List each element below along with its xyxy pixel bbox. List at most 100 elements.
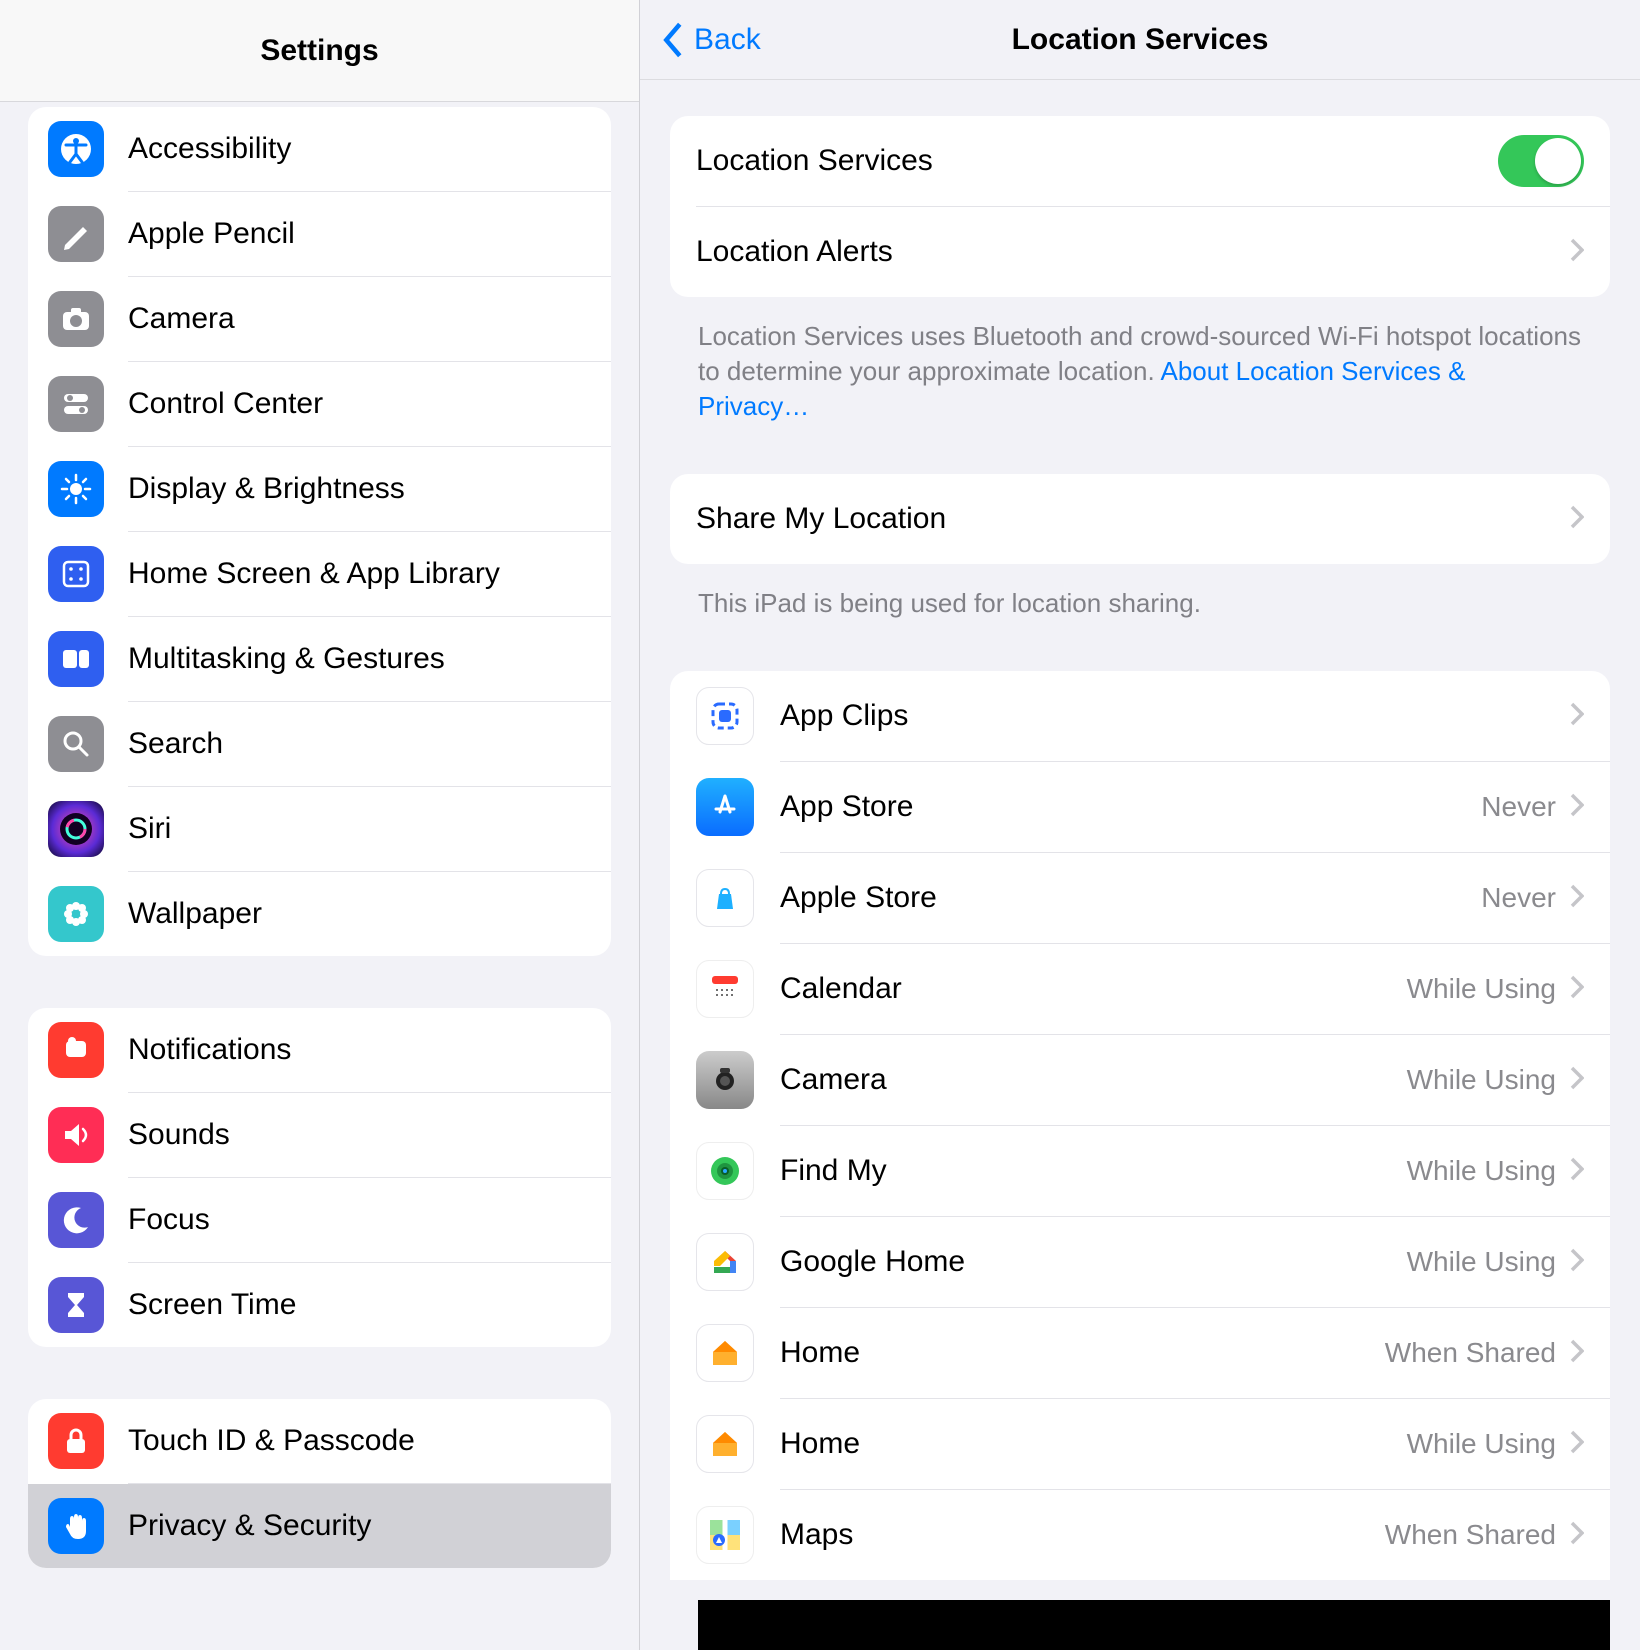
sidebar-item-label: Display & Brightness [128,472,405,506]
chevron-right-icon [1570,505,1584,534]
app-permission-value: While Using [1407,1246,1556,1278]
google-home-icon [696,1233,754,1291]
sidebar-item-privacy-security[interactable]: Privacy & Security [28,1484,611,1568]
sidebar-item-home-screen-app-library[interactable]: Home Screen & App Library [28,532,611,616]
home-app-icon [696,1415,754,1473]
app-row-apple-store[interactable]: Apple StoreNever [670,853,1610,943]
sidebar-item-wallpaper[interactable]: Wallpaper [28,872,611,956]
app-row-calendar[interactable]: CalendarWhile Using [670,944,1610,1034]
section-location-services: Location Services Location Alerts [670,116,1610,297]
sidebar-item-label: Accessibility [128,132,291,166]
sidebar: Settings Accessibility Apple Pencil Camera… [0,0,640,1650]
app-row-home[interactable]: HomeWhen Shared [670,1308,1610,1398]
app-row-app-store[interactable]: App StoreNever [670,762,1610,852]
switches-icon [48,376,104,432]
row-location-alerts[interactable]: Location Alerts [670,207,1610,297]
app-label: App Clips [780,699,1570,733]
sun-icon [48,461,104,517]
sidebar-item-sounds[interactable]: Sounds [28,1093,611,1177]
app-label: Maps [780,1518,1385,1552]
sidebar-item-label: Sounds [128,1118,230,1152]
app-permission-value: When Shared [1385,1519,1556,1551]
sidebar-item-label: Wallpaper [128,897,262,931]
calendar-icon [696,960,754,1018]
app-row-find-my[interactable]: Find MyWhile Using [670,1126,1610,1216]
app-permission-value: While Using [1407,973,1556,1005]
bell-icon [48,1022,104,1078]
moon-icon [48,1192,104,1248]
search-icon [48,716,104,772]
app-row-app-clips[interactable]: App Clips [670,671,1610,761]
sidebar-item-label: Touch ID & Passcode [128,1424,415,1458]
flower-icon [48,886,104,942]
chevron-right-icon [1570,1066,1584,1095]
footer-location-services: Location Services uses Bluetooth and cro… [670,297,1610,424]
sidebar-item-display-brightness[interactable]: Display & Brightness [28,447,611,531]
sidebar-item-search[interactable]: Search [28,702,611,786]
sidebar-item-camera[interactable]: Camera [28,277,611,361]
sidebar-item-notifications[interactable]: Notifications [28,1008,611,1092]
app-permission-value: Never [1481,882,1556,914]
sidebar-item-siri[interactable]: Siri [28,787,611,871]
back-label: Back [694,23,761,57]
app-label: Google Home [780,1245,1407,1279]
label-location-alerts: Location Alerts [696,235,1570,269]
sidebar-item-label: Camera [128,302,235,336]
sidebar-scroll[interactable]: Accessibility Apple Pencil Camera Control C… [0,102,639,1650]
chevron-right-icon [1570,793,1584,822]
sidebar-item-label: Screen Time [128,1288,296,1322]
sidebar-item-multitasking-gestures[interactable]: Multitasking & Gestures [28,617,611,701]
sidebar-item-screen-time[interactable]: Screen Time [28,1263,611,1347]
hourglass-icon [48,1277,104,1333]
app-permission-value: While Using [1407,1428,1556,1460]
label-share-my-location: Share My Location [696,502,1570,536]
back-button[interactable]: Back [640,22,761,58]
sidebar-item-focus[interactable]: Focus [28,1178,611,1262]
sidebar-title: Settings [0,0,639,102]
lock-icon [48,1413,104,1469]
app-row-maps[interactable]: MapsWhen Shared [670,1490,1610,1580]
footer-share-location: This iPad is being used for location sha… [670,564,1610,621]
app-row-home[interactable]: HomeWhile Using [670,1399,1610,1489]
app-permission-value: While Using [1407,1155,1556,1187]
apple-store-icon [696,869,754,927]
app-row-camera[interactable]: CameraWhile Using [670,1035,1610,1125]
chevron-right-icon [1570,1339,1584,1368]
chevron-right-icon [1570,1430,1584,1459]
switch-location-services[interactable] [1498,135,1584,187]
camera-app-icon [696,1051,754,1109]
section-apps: App ClipsApp StoreNeverApple StoreNeverC… [670,671,1610,1580]
grid-icon [48,546,104,602]
sidebar-item-label: Privacy & Security [128,1509,371,1543]
app-label: Apple Store [780,881,1481,915]
sidebar-item-touch-id-passcode[interactable]: Touch ID & Passcode [28,1399,611,1483]
hand-icon [48,1498,104,1554]
sidebar-group: Touch ID & Passcode Privacy & Security [28,1399,611,1568]
row-location-services[interactable]: Location Services [670,116,1610,206]
detail-title: Location Services [640,23,1640,57]
sidebar-item-label: Multitasking & Gestures [128,642,445,676]
sidebar-item-apple-pencil[interactable]: Apple Pencil [28,192,611,276]
app-store-icon [696,778,754,836]
app-label: Find My [780,1154,1407,1188]
row-share-my-location[interactable]: Share My Location [670,474,1610,564]
sidebar-item-label: Siri [128,812,171,846]
find-my-icon [696,1142,754,1200]
maps-icon [696,1506,754,1564]
camera-icon [48,291,104,347]
home-app-icon [696,1324,754,1382]
sidebar-item-control-center[interactable]: Control Center [28,362,611,446]
sidebar-item-accessibility[interactable]: Accessibility [28,107,611,191]
redaction-bar [698,1600,1610,1650]
sidebar-item-label: Notifications [128,1033,291,1067]
chevron-right-icon [1570,1248,1584,1277]
accessibility-icon [48,121,104,177]
app-label: Calendar [780,972,1407,1006]
detail-pane: Back Location Services Location Services… [640,0,1640,1650]
sidebar-item-label: Home Screen & App Library [128,557,500,591]
detail-scroll[interactable]: Location Services Location Alerts Locati… [640,80,1640,1650]
chevron-right-icon [1570,975,1584,1004]
sidebar-group: Accessibility Apple Pencil Camera Control C… [28,107,611,956]
app-row-google-home[interactable]: Google HomeWhile Using [670,1217,1610,1307]
section-share-location: Share My Location [670,474,1610,564]
